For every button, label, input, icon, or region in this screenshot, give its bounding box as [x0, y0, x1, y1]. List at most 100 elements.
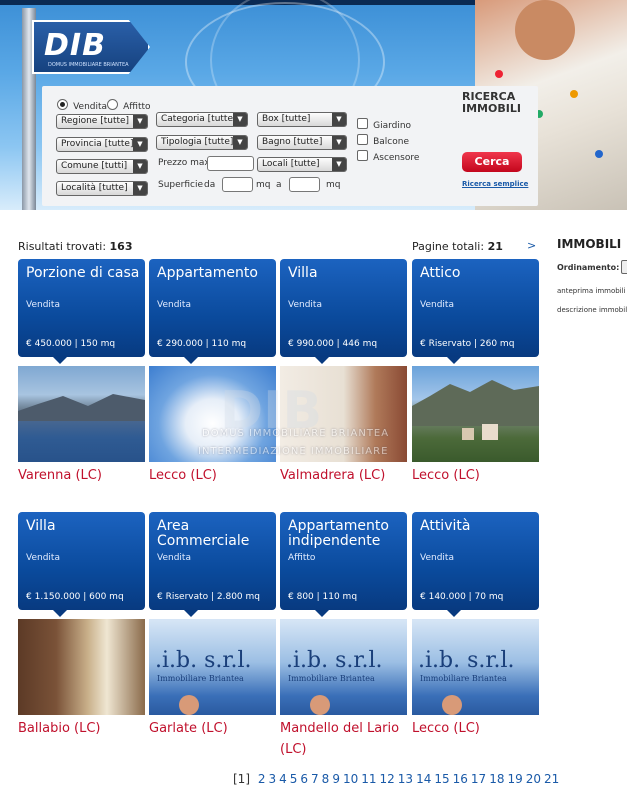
chevron-down-icon: ▼	[133, 182, 147, 195]
select-provincia-value: Provincia [tutte]	[61, 139, 134, 149]
select-categoria-value: Categoria [tutte]	[161, 114, 237, 124]
radio-affitto[interactable]: Affitto	[107, 94, 151, 113]
listing-card[interactable]: Villa Vendita € 1.150.000 | 600 mq Balla…	[18, 512, 145, 736]
prezzo-max-input[interactable]	[207, 156, 254, 171]
listing-city[interactable]: Ballabio (LC)	[18, 718, 101, 739]
listing-card[interactable]: Appartamento Vendita € 290.000 | 110 mq …	[149, 259, 276, 483]
sort-select[interactable]	[621, 260, 627, 274]
superficie-label: Superficie	[158, 180, 204, 190]
pagination-link[interactable]: 20	[526, 772, 541, 786]
pagination-link[interactable]: 19	[507, 772, 522, 786]
pagination-link[interactable]: 9	[332, 772, 340, 786]
listing-info-box: Porzione di casa Vendita € 450.000 | 150…	[18, 259, 145, 364]
listing-city[interactable]: Lecco (LC)	[412, 718, 480, 739]
checkbox-ascensore[interactable]: Ascensore	[357, 145, 419, 164]
chevron-down-icon: ▼	[332, 158, 346, 171]
listing-card[interactable]: Area Commerciale Vendita € Riservato | 2…	[149, 512, 276, 736]
listing-title: Attico	[420, 265, 461, 281]
select-bagno[interactable]: Bagno [tutte] ▼	[257, 135, 347, 150]
pagination-link[interactable]: 4	[279, 772, 287, 786]
logo-sign[interactable]: DIB DOMUS IMMOBILIARE BRIANTEA	[32, 20, 150, 74]
pagination-link[interactable]: 16	[453, 772, 468, 786]
listing-city[interactable]: Garlate (LC)	[149, 718, 228, 739]
next-page-arrow[interactable]: >	[527, 239, 536, 252]
superficie-a-input[interactable]	[289, 177, 320, 192]
listing-photo-kitchen[interactable]	[18, 619, 145, 715]
mountain-shape	[18, 394, 145, 421]
simple-search-link[interactable]: Ricerca semplice	[462, 180, 528, 188]
watermark-line2: INTERMEDIAZIONE IMMOBILIARE	[198, 446, 389, 457]
chevron-down-icon: ▼	[133, 138, 147, 151]
chevron-down-icon: ▼	[332, 136, 346, 149]
listing-price: € 990.000 | 446 mq	[288, 339, 378, 349]
listing-type: Vendita	[420, 300, 454, 310]
radio-affitto-label: Affitto	[123, 102, 151, 112]
chevron-down-icon: ▼	[233, 136, 247, 149]
radio-vendita[interactable]: Vendita	[57, 94, 107, 113]
listing-photo-dib-sign[interactable]: .i.b. s.r.l. Immobiliare Briantea	[149, 619, 276, 715]
listing-type: Vendita	[157, 553, 191, 563]
select-comune[interactable]: Comune [tutti] ▼	[56, 159, 148, 174]
pagination: [1] 2 3 4 5 6 7 8 9 10 11 12 13 14 15 16 17 18 19 20 21	[233, 772, 562, 786]
superficie-a-label: a	[276, 180, 282, 190]
sort-label-text: Ordinamento:	[557, 263, 620, 272]
listing-card[interactable]: Attico Vendita € Riservato | 260 mq Lecc…	[412, 259, 539, 483]
listing-price: € 140.000 | 70 mq	[420, 592, 504, 602]
pagination-link[interactable]: 11	[361, 772, 376, 786]
search-button[interactable]: Cerca	[462, 152, 522, 172]
pagination-link[interactable]: 7	[311, 772, 319, 786]
checkbox-icon	[357, 150, 368, 161]
superficie-da-input[interactable]	[222, 177, 253, 192]
select-categoria[interactable]: Categoria [tutte] ▼	[156, 112, 248, 127]
pagination-link[interactable]: 8	[322, 772, 330, 786]
listing-price: € Riservato | 2.800 mq	[157, 592, 261, 602]
svg-text:.i.b. s.r.l.: .i.b. s.r.l.	[286, 648, 383, 673]
chevron-down-icon: ▼	[233, 113, 247, 126]
select-tipologia-value: Tipologia [tutte]	[161, 137, 234, 147]
dib-sign-graphic: .i.b. s.r.l.Immobiliare Briantea	[155, 648, 252, 715]
listing-city[interactable]: Varenna (LC)	[18, 465, 102, 486]
pagination-link[interactable]: 5	[290, 772, 298, 786]
pagination-link[interactable]: 2	[258, 772, 266, 786]
listing-info-box: Appartamento Vendita € 290.000 | 110 mq	[149, 259, 276, 364]
pagination-link[interactable]: 12	[380, 772, 395, 786]
pagination-link[interactable]: 21	[544, 772, 559, 786]
select-tipologia[interactable]: Tipologia [tutte] ▼	[156, 135, 248, 150]
listing-card[interactable]: Appartamento indipendente Affitto € 800 …	[280, 512, 407, 757]
listing-card[interactable]: Porzione di casa Vendita € 450.000 | 150…	[18, 259, 145, 483]
pagination-link[interactable]: 18	[489, 772, 504, 786]
pagination-link[interactable]: 17	[471, 772, 486, 786]
listing-card[interactable]: Villa Vendita € 990.000 | 446 mq Valmadr…	[280, 259, 407, 483]
header-banner: DIB DOMUS IMMOBILIARE BRIANTEA Vendita A…	[0, 0, 627, 210]
select-regione[interactable]: Regione [tutte] ▼	[56, 114, 148, 129]
pagination-link[interactable]: 15	[434, 772, 449, 786]
svg-text:Immobiliare Briantea: Immobiliare Briantea	[288, 674, 375, 683]
svg-text:Immobiliare Briantea: Immobiliare Briantea	[420, 674, 507, 683]
select-provincia[interactable]: Provincia [tutte] ▼	[56, 137, 148, 152]
listing-type: Vendita	[26, 553, 60, 563]
dib-sign-graphic: .i.b. s.r.l.Immobiliare Briantea	[418, 648, 515, 715]
listing-card[interactable]: Attività Vendita € 140.000 | 70 mq .i.b.…	[412, 512, 539, 736]
logo-text: DIB	[44, 28, 106, 63]
listing-photo-dib-sign[interactable]: .i.b. s.r.l. Immobiliare Briantea	[412, 619, 539, 715]
checkbox-icon	[357, 134, 368, 145]
pagination-link[interactable]: 3	[268, 772, 276, 786]
listing-type: Vendita	[288, 300, 322, 310]
listing-photo-dib-sign[interactable]: .i.b. s.r.l. Immobiliare Briantea	[280, 619, 407, 715]
listing-photo-lake[interactable]	[18, 366, 145, 462]
checkbox-ascensore-label: Ascensore	[373, 153, 420, 163]
pagination-link[interactable]: 10	[343, 772, 358, 786]
listing-city[interactable]: Mandello del Lario (LC)	[280, 718, 407, 760]
pagination-link[interactable]: 6	[300, 772, 308, 786]
sidebar-link-description[interactable]: descrizione immobili	[557, 306, 627, 314]
select-box[interactable]: Box [tutte] ▼	[257, 112, 347, 127]
pages-total: Pagine totali: 21	[412, 240, 503, 253]
pagination-link[interactable]: 13	[398, 772, 413, 786]
pagination-link[interactable]: 14	[416, 772, 431, 786]
listing-type: Vendita	[420, 553, 454, 563]
select-locali[interactable]: Locali [tutte] ▼	[257, 157, 347, 172]
results-found: Risultati trovati: 163	[18, 240, 133, 253]
listing-photo-mountain-town[interactable]	[412, 366, 539, 462]
sidebar-link-preview[interactable]: anteprima immobili	[557, 287, 626, 295]
select-localita[interactable]: Località [tutte] ▼	[56, 181, 148, 196]
